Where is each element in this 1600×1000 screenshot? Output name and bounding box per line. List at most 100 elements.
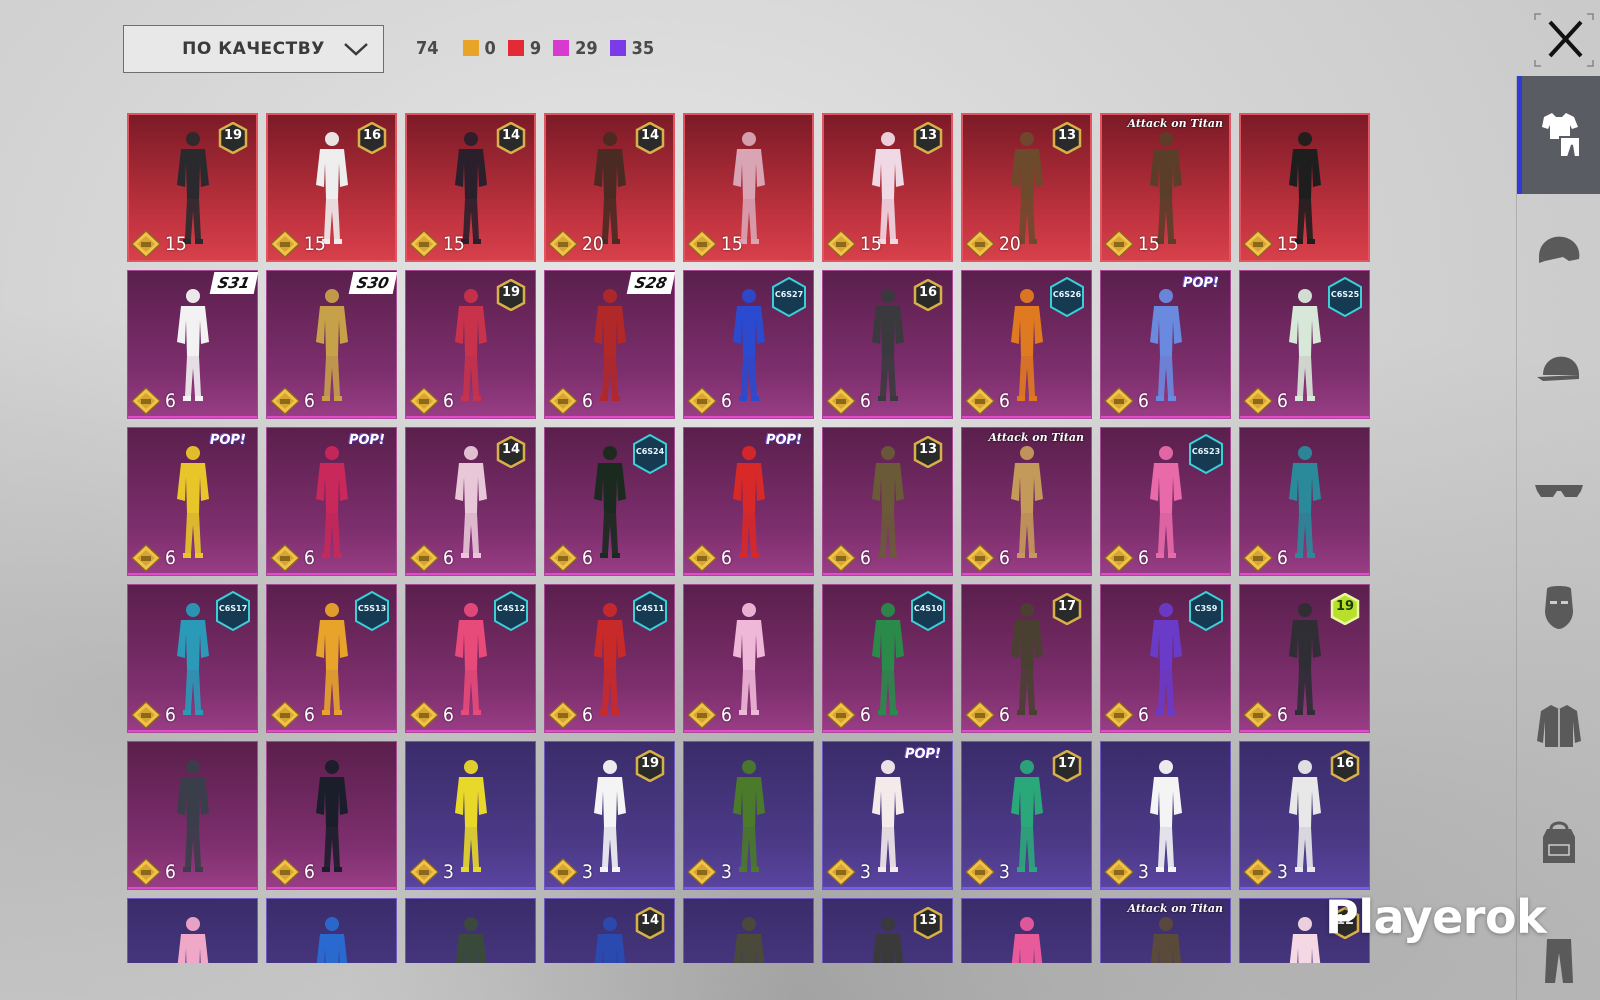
item-card[interactable]: 6 bbox=[1239, 427, 1370, 576]
item-card[interactable]: 6 bbox=[127, 741, 258, 890]
item-card[interactable]: 13 20 bbox=[961, 113, 1092, 262]
item-card[interactable]: C6S25 6 bbox=[1239, 270, 1370, 419]
season-code-text: C6S24 bbox=[635, 447, 665, 456]
item-card[interactable]: 16 3 bbox=[1239, 741, 1370, 890]
item-card[interactable]: 14 20 bbox=[544, 113, 675, 262]
item-price: 6 bbox=[687, 387, 732, 415]
item-price-value: 15 bbox=[1138, 233, 1160, 255]
sidebar-item-glasses[interactable] bbox=[1517, 430, 1600, 548]
collab-badge: POP! bbox=[765, 433, 802, 448]
item-card[interactable]: POP! 3 bbox=[822, 741, 953, 890]
season-badge: S30 bbox=[348, 272, 397, 294]
item-card[interactable]: 14 15 bbox=[405, 113, 536, 262]
item-card[interactable]: C6S24 6 bbox=[544, 427, 675, 576]
item-card[interactable] bbox=[405, 898, 536, 963]
sort-dropdown[interactable]: ПО КАЧЕСТВУ bbox=[123, 25, 384, 73]
item-card[interactable]: C5S13 6 bbox=[266, 584, 397, 733]
collab-badge: POP! bbox=[348, 433, 385, 448]
outfit-thumbnail bbox=[1140, 914, 1192, 963]
item-price-value: 15 bbox=[860, 233, 882, 255]
sidebar-item-cap[interactable] bbox=[1517, 312, 1600, 430]
item-card[interactable]: 19 15 bbox=[127, 113, 258, 262]
coin-icon bbox=[409, 701, 439, 729]
item-price: 6 bbox=[687, 701, 732, 729]
level-badge-text: 16 bbox=[1335, 756, 1355, 771]
item-card[interactable] bbox=[127, 898, 258, 963]
item-card[interactable] bbox=[266, 898, 397, 963]
coin-icon bbox=[687, 701, 717, 729]
item-card[interactable]: S28 6 bbox=[544, 270, 675, 419]
item-card[interactable]: Attack on Titan bbox=[1100, 898, 1231, 963]
item-card[interactable]: POP! 6 bbox=[1100, 270, 1231, 419]
sidebar-item-mask[interactable] bbox=[1517, 548, 1600, 666]
item-card[interactable]: 6 bbox=[266, 741, 397, 890]
item-card[interactable]: 19 6 bbox=[405, 270, 536, 419]
item-price: 6 bbox=[1104, 701, 1149, 729]
item-card[interactable]: C4S11 6 bbox=[544, 584, 675, 733]
item-card[interactable]: 3 bbox=[683, 741, 814, 890]
item-price: 6 bbox=[409, 387, 454, 415]
item-card[interactable]: Attack on Titan 15 bbox=[1100, 113, 1231, 262]
item-card[interactable]: 13 6 bbox=[822, 427, 953, 576]
purple-swatch bbox=[609, 40, 626, 56]
item-card[interactable]: Attack on Titan 6 bbox=[961, 427, 1092, 576]
item-card[interactable]: C6S23 6 bbox=[1100, 427, 1231, 576]
close-button[interactable] bbox=[1533, 12, 1595, 68]
jacket-icon bbox=[1537, 705, 1581, 747]
item-card[interactable]: 15 bbox=[1239, 113, 1370, 262]
item-card[interactable]: 13 bbox=[822, 898, 953, 963]
item-price-value: 20 bbox=[582, 233, 604, 255]
item-card[interactable]: 3 bbox=[405, 741, 536, 890]
level-badge-text: 16 bbox=[362, 128, 382, 143]
item-card[interactable]: POP! 6 bbox=[127, 427, 258, 576]
item-card[interactable] bbox=[683, 898, 814, 963]
item-card[interactable]: 15 bbox=[683, 113, 814, 262]
item-card[interactable]: 13 15 bbox=[822, 113, 953, 262]
item-card[interactable]: C6S17 6 bbox=[127, 584, 258, 733]
sidebar-item-jacket[interactable] bbox=[1517, 666, 1600, 784]
item-card[interactable]: 16 6 bbox=[822, 270, 953, 419]
item-card[interactable]: 16 15 bbox=[266, 113, 397, 262]
item-card[interactable]: 17 6 bbox=[961, 584, 1092, 733]
item-card[interactable]: 19 6 bbox=[1239, 584, 1370, 733]
item-card[interactable]: C3S9 6 bbox=[1100, 584, 1231, 733]
item-card[interactable]: S31 6 bbox=[127, 270, 258, 419]
item-card[interactable]: C4S12 6 bbox=[405, 584, 536, 733]
count-purple-value: 35 bbox=[631, 37, 655, 59]
item-card[interactable]: S30 6 bbox=[266, 270, 397, 419]
coin-icon bbox=[548, 701, 578, 729]
level-badge: 13 bbox=[913, 907, 943, 939]
season-code-badge: C6S25 bbox=[1326, 276, 1364, 318]
item-card[interactable]: C6S26 6 bbox=[961, 270, 1092, 419]
item-price: 6 bbox=[1104, 387, 1149, 415]
level-badge: 16 bbox=[357, 122, 387, 154]
mask-icon bbox=[1545, 586, 1573, 629]
sidebar-item-backpack[interactable] bbox=[1517, 784, 1600, 902]
sidebar-item-helmet[interactable] bbox=[1517, 194, 1600, 312]
item-card[interactable]: 14 6 bbox=[405, 427, 536, 576]
item-price: 6 bbox=[270, 387, 315, 415]
item-price-value: 6 bbox=[1277, 390, 1288, 412]
helmet-icon bbox=[1539, 236, 1580, 263]
sidebar-item-outfit[interactable] bbox=[1517, 76, 1600, 194]
total-count: 74 bbox=[416, 37, 439, 59]
count-red-value: 9 bbox=[529, 37, 542, 59]
item-card[interactable]: 14 bbox=[544, 898, 675, 963]
item-card[interactable]: POP! 6 bbox=[266, 427, 397, 576]
item-card[interactable]: C6S27 6 bbox=[683, 270, 814, 419]
item-card[interactable]: 17 3 bbox=[961, 741, 1092, 890]
item-card[interactable]: POP! 6 bbox=[683, 427, 814, 576]
item-price-value: 6 bbox=[304, 547, 315, 569]
coin-icon bbox=[687, 858, 717, 886]
level-badge: 16 bbox=[1330, 750, 1360, 782]
season-code-text: C6S25 bbox=[1330, 290, 1360, 299]
item-card[interactable]: 19 3 bbox=[544, 741, 675, 890]
item-card[interactable]: 3 bbox=[1100, 741, 1231, 890]
item-card[interactable]: C4S10 6 bbox=[822, 584, 953, 733]
collab-badge: POP! bbox=[209, 433, 246, 448]
item-card[interactable]: 6 bbox=[683, 584, 814, 733]
item-price-value: 6 bbox=[999, 704, 1010, 726]
item-card[interactable] bbox=[961, 898, 1092, 963]
season-code-badge: C6S24 bbox=[631, 433, 669, 475]
item-price: 6 bbox=[548, 387, 593, 415]
